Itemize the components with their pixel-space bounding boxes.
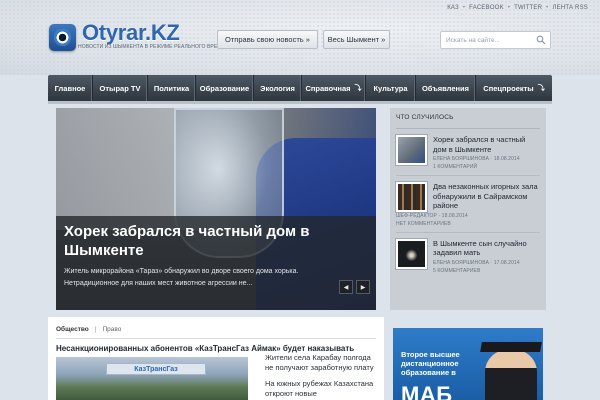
tab-law[interactable]: Право	[102, 326, 121, 333]
news-title[interactable]: Хорек забрался в частный дом в Шымкенте	[433, 135, 540, 154]
related-news-link[interactable]: Жители села Карабау полгода не получают …	[265, 353, 380, 373]
nav-item-culture[interactable]: Культура	[366, 75, 416, 101]
site-tagline: НОВОСТИ ИЗ ШЫМКЕНТА В РЕЖИМЕ РЕАЛЬНОГО В…	[78, 44, 233, 50]
nav-item-main[interactable]: Главное	[48, 75, 93, 101]
news-meta: ЕЛЕНА БОЯРШИНОВА · 18.08.2014	[433, 156, 520, 162]
graduation-cap-icon	[480, 342, 542, 352]
logo-eye-icon[interactable]	[49, 24, 76, 51]
top-link-kaz[interactable]: КАЗ	[447, 5, 459, 11]
ad-banner[interactable]: Второе высшее дистанционное образование …	[393, 328, 543, 400]
ad-logo: МАБ	[401, 382, 453, 400]
slider-prev-button[interactable]: ◀	[339, 280, 353, 294]
divider	[56, 338, 376, 339]
category-headline[interactable]: Несанкционированных абонентов «КазТрансГ…	[56, 344, 354, 353]
nav-item-politics[interactable]: Политика	[148, 75, 196, 101]
ad-graduate-image	[485, 350, 537, 400]
news-thumbnail[interactable]	[396, 238, 427, 269]
slide-title[interactable]: Хорек забрался в частный дом в Шымкенте	[64, 222, 334, 260]
dropdown-arrow-icon: ⤵	[537, 85, 545, 92]
top-link-separator: •	[507, 5, 511, 11]
send-news-button[interactable]: Отправь свою новость »	[217, 30, 318, 49]
news-thumbnail[interactable]	[396, 182, 427, 212]
nav-divider	[48, 101, 552, 104]
tab-separator: |	[94, 326, 97, 333]
ad-text: Второе высшее дистанционное образование …	[401, 350, 460, 377]
list-item[interactable]: Хорек забрался в частный дом в Шымкенте …	[396, 129, 540, 176]
eye-icon	[54, 29, 71, 46]
category-news-image[interactable]: КазТрансГаз	[56, 357, 248, 400]
slide-caption: Хорек забрался в частный дом в Шымкенте …	[56, 216, 376, 310]
news-comments[interactable]: НЕТ КОММЕНТАРИЕВ	[396, 221, 540, 227]
top-links: КАЗ • FACEBOOK • TWITTER • ЛЕНТА RSS	[447, 5, 588, 11]
top-link-separator: •	[546, 5, 549, 11]
featured-slider[interactable]: Хорек забрался в частный дом в Шымкенте …	[56, 108, 376, 310]
site-logo[interactable]: Otyrar.KZ	[82, 20, 180, 46]
nav-item-otyrar-tv[interactable]: Отырар TV	[93, 75, 148, 101]
related-news-link[interactable]: На южных рубежах Казахстана откроют новы…	[265, 379, 380, 399]
nav-item-special-projects[interactable]: Спецпроекты ⤵	[476, 75, 552, 101]
news-comments[interactable]: 5 КОММЕНТАРИЕВ	[433, 268, 540, 274]
news-meta: ЕЛЕНА БОЯРШИНОВА · 17.08.2014	[433, 259, 520, 266]
image-sign-text: КазТрансГаз	[106, 363, 206, 375]
news-thumbnail[interactable]	[396, 135, 427, 165]
list-item[interactable]: В Шымкенте сын случайно задавил мать ЕЛЕ…	[396, 233, 540, 279]
dropdown-arrow-icon: ⤵	[354, 85, 362, 92]
top-link-separator: •	[462, 5, 466, 11]
top-link-twitter[interactable]: TWITTER	[514, 5, 542, 11]
nav-item-education[interactable]: Образование	[196, 75, 254, 101]
nav-item-ads[interactable]: Объявления	[416, 75, 476, 101]
main-nav: Главное Отырар TV Политика Образование Э…	[48, 75, 552, 101]
news-title[interactable]: В Шымкенте сын случайно задавил мать	[433, 239, 540, 258]
latest-news-heading: ЧТО СЛУЧИЛОСЬ	[396, 114, 540, 129]
top-link-rss[interactable]: ЛЕНТА RSS	[552, 5, 588, 11]
all-shymkent-button[interactable]: Весь Шымкент »	[323, 30, 390, 49]
top-link-facebook[interactable]: FACEBOOK	[469, 5, 504, 11]
search-icon[interactable]	[536, 35, 546, 45]
latest-news-panel: ЧТО СЛУЧИЛОСЬ Хорек забрался в частный д…	[390, 108, 546, 310]
slider-next-button[interactable]: ▶	[356, 280, 370, 294]
nav-item-reference[interactable]: Справочная ⤵	[302, 75, 366, 101]
news-meta: ШЕФ-РЕДАКТОР · 18.08.2014	[396, 212, 468, 219]
search-placeholder: Искать на сайте...	[446, 36, 500, 44]
slide-excerpt: Житель микрорайона «Тараз» обнаружил во …	[64, 268, 299, 287]
news-comments[interactable]: 1 КОММЕНТАРИЙ	[433, 164, 540, 170]
tab-society[interactable]: Общество	[56, 326, 89, 333]
news-title[interactable]: Два незаконных игорных зала обнаружили в…	[433, 182, 540, 211]
nav-item-ecology[interactable]: Экология	[254, 75, 302, 101]
search-input[interactable]: Искать на сайте...	[440, 31, 551, 49]
list-item[interactable]: Два незаконных игорных зала обнаружили в…	[396, 176, 540, 233]
category-tabs: Общество | Право	[56, 326, 121, 333]
